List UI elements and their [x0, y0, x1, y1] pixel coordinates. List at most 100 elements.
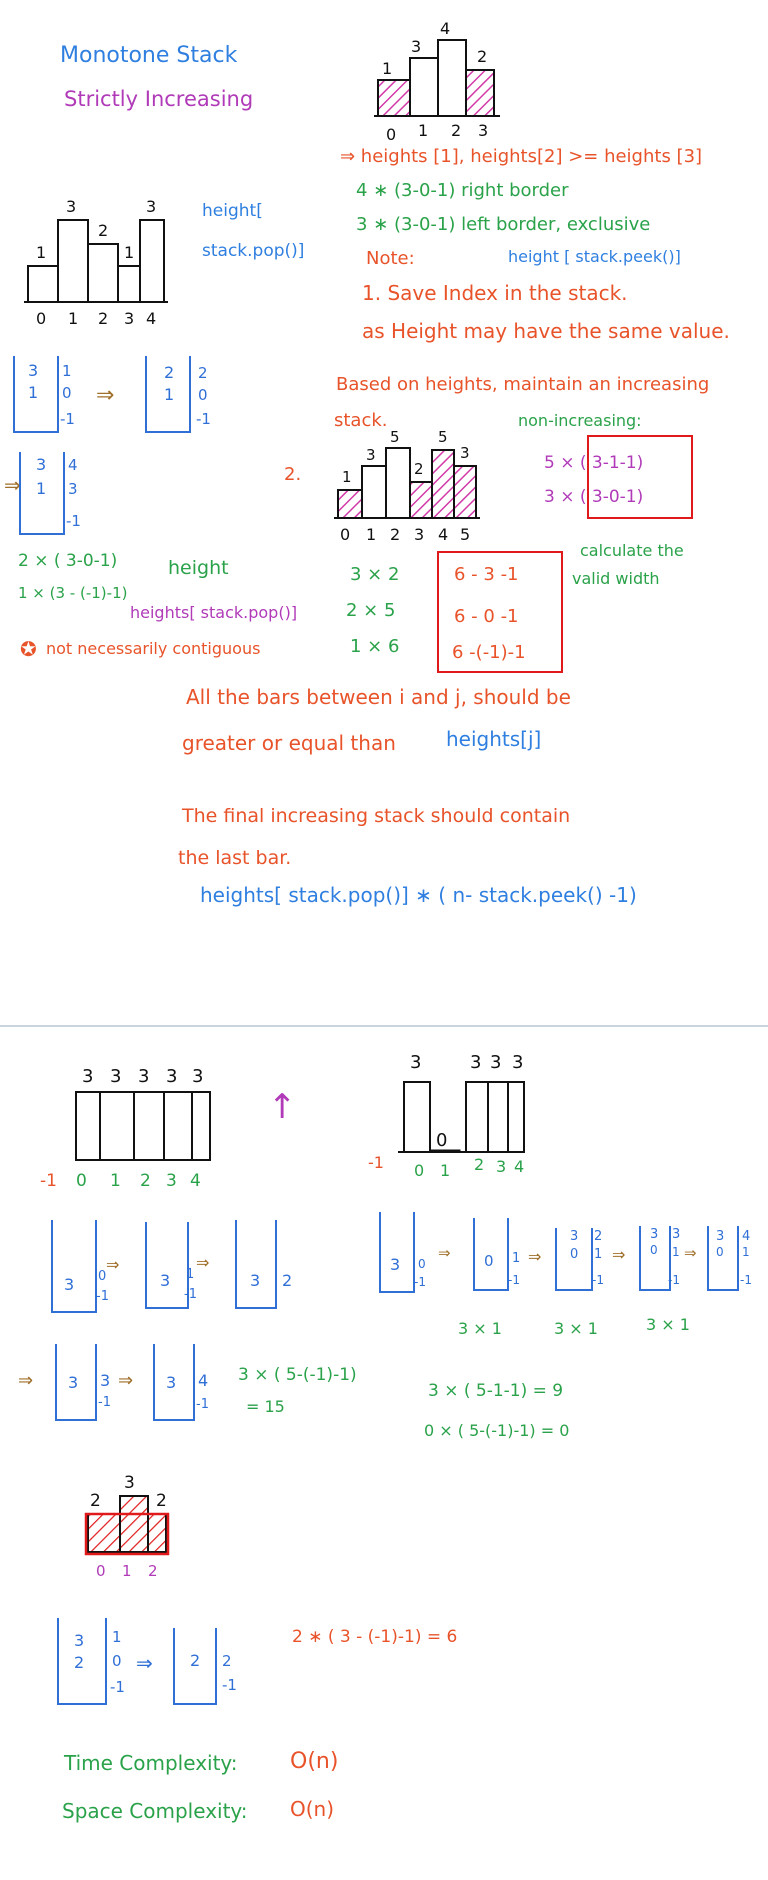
top-idx-1: 1 [418, 121, 428, 140]
bl-val-1: 3 [110, 1066, 121, 1087]
s2-idx-2: 2 [390, 525, 400, 544]
br-stack2-val: 0 [484, 1252, 494, 1270]
bs-stack-1: 3 2 1 0 -1 [57, 1618, 125, 1705]
bl-stack2-base: -1 [184, 1287, 197, 1302]
bs-stack-2: 2 2 -1 [173, 1628, 237, 1705]
bl-arrow-2: ⇒ [196, 1253, 209, 1272]
br-stack-5: 3 0 4 1 -1 [707, 1226, 752, 1291]
bl-stack4-val: 3 [68, 1373, 78, 1392]
bs-bar-2 [147, 1513, 167, 1553]
width-box-1: 6 - 3 -1 [454, 564, 519, 585]
s2-val-3: 2 [414, 460, 424, 478]
br-mult-3: 3 × 1 [646, 1315, 690, 1334]
left-bar-3 [117, 265, 141, 303]
left-idx-4: 4 [146, 309, 156, 328]
bl-stack4-idx: 3 [100, 1371, 110, 1390]
bl-arrow-1: ⇒ [106, 1255, 119, 1274]
stack-diagram-1: 3 1 1 0 -1 [13, 356, 75, 433]
arrow-2: ⇒ [4, 473, 21, 497]
s2-bar-5 [453, 465, 477, 519]
s2-idx-1: 1 [366, 525, 376, 544]
br-stack5-base: -1 [740, 1273, 752, 1287]
bs-stack1-bottom: 2 [74, 1653, 84, 1672]
valid-line2: valid width [572, 569, 660, 588]
stack3-val-bottom: 1 [36, 479, 46, 498]
space-complexity-label: Space Complexity: [62, 1799, 248, 1823]
bs-stack2-idx-1: -1 [222, 1676, 237, 1694]
br-stack1-base: -1 [414, 1275, 426, 1289]
top-bar-1 [409, 57, 439, 117]
bs-val-0: 2 [90, 1491, 101, 1511]
bl-bar-3 [163, 1091, 193, 1161]
br-stack3-bottom: 0 [570, 1247, 578, 1262]
bl-idx-0: -1 [40, 1171, 57, 1191]
time-complexity-value: O(n) [290, 1749, 338, 1774]
s2-val-4: 5 [438, 428, 448, 446]
top-chart: 1 3 4 2 0 1 2 3 [374, 19, 500, 144]
br-arrow-1: ⇒ [438, 1244, 451, 1262]
whiteboard-page: Monotone Stack Strictly Increasing 1 3 4… [0, 0, 768, 1880]
bl-stack3-val: 3 [250, 1271, 260, 1290]
bl-bar-4 [191, 1091, 211, 1161]
all-bars-line1: All the bars between i and j, should be [186, 685, 571, 709]
br-val-0: 3 [410, 1052, 421, 1073]
bottom-small-chart: 2 3 2 0 1 2 [84, 1473, 170, 1580]
br-bar-2 [465, 1081, 489, 1153]
note-item1-line1: 1. Save Index in the stack. [362, 281, 628, 305]
br-stack3-idx: 1 [594, 1247, 602, 1262]
top-val-1: 3 [411, 37, 421, 56]
br-bar-4 [507, 1081, 525, 1153]
top-val-0: 1 [382, 59, 392, 78]
prod-3x2: 3 × 2 [350, 564, 399, 585]
bs-bar-0 [87, 1513, 121, 1553]
left-idx-1: 1 [68, 309, 78, 328]
bs-idx-1: 1 [122, 1562, 132, 1580]
note-heights-compare: ⇒ heights [1], heights[2] >= heights [3] [340, 146, 702, 167]
br-stack3-idx-top: 2 [594, 1229, 602, 1244]
whiteboard-canvas: Monotone Stack Strictly Increasing 1 3 4… [0, 19, 768, 1823]
bs-stack2-val: 2 [190, 1651, 200, 1670]
left-code-line1: height[ [202, 201, 263, 221]
left-val-0: 1 [36, 243, 46, 262]
bs-arrow: ⇒ [136, 1651, 153, 1675]
top-val-3: 2 [477, 47, 487, 66]
calc-2x: 2 × ( 3-0-1) [18, 551, 117, 571]
br-val-4: 3 [512, 1052, 523, 1073]
bl-stack3-idx: 2 [282, 1271, 292, 1290]
s2-idx-0: 0 [340, 525, 350, 544]
br-idx-1: 0 [414, 1161, 424, 1180]
section2-chart: 1 3 5 2 5 3 0 1 2 3 4 5 [334, 428, 480, 544]
all-bars-line2: greater or equal than [182, 731, 396, 755]
bl-idx-4: 3 [166, 1171, 177, 1191]
br-stack4-idx-top: 3 [672, 1227, 680, 1242]
note-label: Note: [366, 248, 415, 269]
br-idx-4: 3 [496, 1157, 506, 1176]
bl-stack-4: 3 3 -1 [55, 1344, 111, 1421]
bl-stack-2: 3 1 -1 [145, 1222, 197, 1309]
br-idx-3: 2 [474, 1155, 484, 1174]
stack3-idx-2: -1 [66, 512, 81, 530]
br-arrow-2: ⇒ [528, 1247, 541, 1266]
left-code-line2: stack.pop()] [202, 241, 304, 261]
bs-stack2-idx-0: 2 [222, 1652, 232, 1670]
s2-bar-1 [361, 465, 387, 519]
pop-label: heights[ stack.pop()] [130, 603, 297, 622]
br-stack3-top: 3 [570, 1229, 578, 1244]
star-icon: ✪ [20, 637, 37, 661]
time-complexity-label: Time Complexity: [63, 1751, 238, 1775]
br-val-1: 0 [436, 1130, 447, 1151]
bl-val-0: 3 [82, 1066, 93, 1087]
bottom-left-chart: 3 3 3 3 3 -1 0 1 2 3 4 [40, 1066, 211, 1191]
top-idx-3: 3 [478, 121, 488, 140]
br-idx-2: 1 [440, 1161, 450, 1180]
br-stack-4: 3 0 3 1 -1 [639, 1226, 680, 1291]
left-bar-0 [27, 265, 59, 303]
bl-val-3: 3 [166, 1066, 177, 1087]
bs-val-2: 2 [156, 1491, 167, 1511]
bl-idx-3: 2 [140, 1171, 151, 1191]
s2-bar-2 [385, 447, 411, 519]
s2-idx-3: 3 [414, 525, 424, 544]
calc-1x: 1 × (3 - (-1)-1) [18, 584, 127, 602]
stack-diagram-2: 2 1 2 0 -1 [145, 356, 211, 433]
final-line2: the last bar. [178, 847, 291, 869]
